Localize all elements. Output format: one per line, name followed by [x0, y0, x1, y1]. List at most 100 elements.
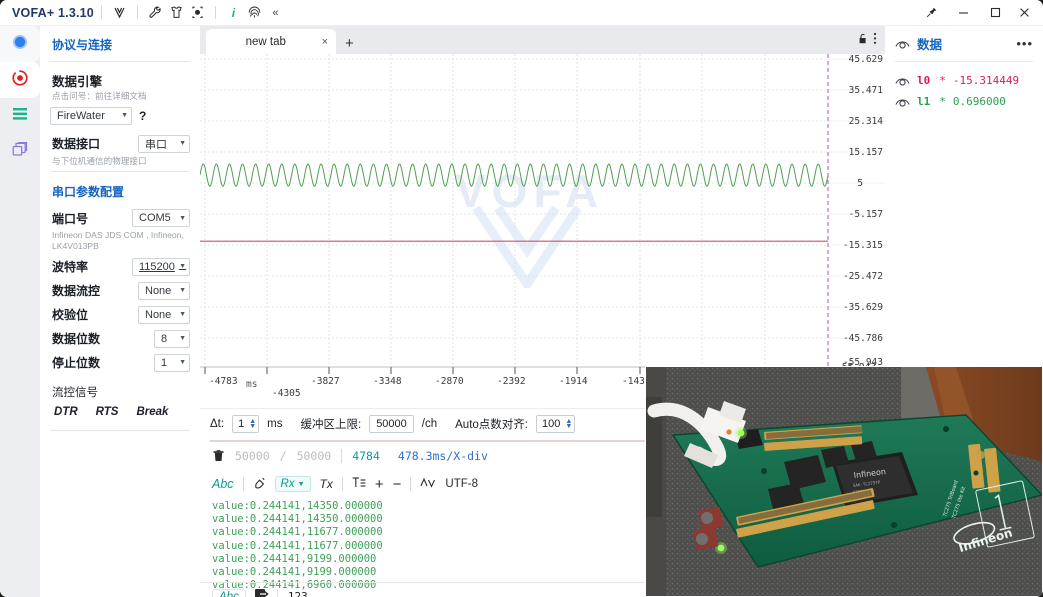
baudrate-label: 波特率	[52, 260, 89, 275]
baudrate-value: 115200	[139, 260, 175, 273]
x-tick: -4783	[209, 376, 238, 387]
data-engine-select[interactable]: FireWater ▼	[50, 106, 132, 125]
x-tick: -2870	[435, 376, 464, 387]
stepper-arrows-icon[interactable]: ▲ ▼	[249, 418, 256, 430]
dt-value: 1	[238, 417, 245, 430]
chevron-down-icon: ▼	[297, 480, 305, 488]
stepper-arrows-icon[interactable]: ▲ ▼	[565, 418, 572, 430]
divider	[895, 61, 1033, 62]
stopbits-label: 停止位数	[52, 356, 101, 371]
port-select[interactable]: COM5 ▼	[132, 209, 190, 228]
buffer-unit: /ch	[421, 417, 438, 430]
port-label: 端口号	[52, 211, 89, 226]
field-row: 校验位 None ▼	[50, 303, 190, 327]
parity-value: None	[145, 308, 172, 321]
waveform-icon[interactable]	[420, 477, 436, 492]
divider	[136, 6, 138, 19]
tx-toggle[interactable]: Tx	[320, 477, 333, 491]
data-row[interactable]: l0 * -15.314449	[895, 70, 1033, 91]
data-interface-value: 串口	[145, 138, 167, 151]
y-tick: -5.157	[848, 209, 883, 220]
title-bar: VOFA+ 1.3.10 i «	[0, 0, 1043, 26]
text-align-icon[interactable]	[352, 476, 366, 492]
buffer-input[interactable]: 50000	[369, 414, 414, 433]
close-icon[interactable]: ×	[316, 36, 328, 48]
rail-item-connection[interactable]	[0, 26, 40, 62]
icon-rail	[0, 26, 40, 597]
help-button[interactable]: ?	[139, 109, 146, 123]
chevron-down-icon: ▼	[121, 112, 128, 120]
layers-icon	[11, 140, 30, 164]
data-interface-select[interactable]: 串口 ▼	[138, 134, 190, 153]
field-row: 停止位数 1 ▼	[50, 351, 190, 375]
y-tick: 5	[857, 178, 863, 189]
rail-item-menu[interactable]	[0, 98, 40, 134]
flow-signal-label: 流控信号	[52, 386, 98, 399]
tabbar-actions	[857, 32, 885, 54]
target-icon[interactable]	[187, 2, 208, 23]
y-tick: -25.472	[842, 271, 883, 282]
app-title: VOFA+ 1.3.10	[12, 5, 94, 20]
buffer-used: 50000	[235, 449, 270, 463]
font-button[interactable]: Abc	[212, 477, 234, 491]
send-icon[interactable]	[254, 587, 269, 597]
data-row[interactable]: l1 * 0.696000	[895, 91, 1033, 112]
dt-stepper[interactable]: 1 ▲ ▼	[232, 414, 260, 433]
y-tick: 25.314	[848, 116, 883, 127]
lock-icon[interactable]	[857, 32, 869, 50]
divider	[50, 61, 190, 62]
y-tick: 15.157	[848, 147, 883, 158]
more-options-icon[interactable]: •••	[1016, 36, 1033, 51]
dtr-button[interactable]: DTR	[54, 406, 78, 418]
maximize-icon[interactable]	[979, 0, 1011, 25]
eye-icon[interactable]	[895, 96, 910, 108]
rts-button[interactable]: RTS	[96, 406, 119, 418]
stopbits-select[interactable]: 1 ▼	[154, 353, 190, 372]
command-input[interactable]: 123	[276, 590, 308, 597]
field-row: 端口号 COM5 ▼	[50, 206, 190, 230]
wrench-icon[interactable]	[145, 2, 166, 23]
chevron-down-icon: ▼	[179, 359, 186, 367]
plug-icon[interactable]	[253, 476, 266, 493]
auto-align-stepper[interactable]: 100 ▲ ▼	[535, 414, 576, 433]
y-tick: -35.629	[842, 302, 883, 313]
add-tab-button[interactable]: +	[336, 35, 363, 54]
encoding-label[interactable]: UTF-8	[445, 478, 478, 490]
tab-new-tab[interactable]: new tab ×	[206, 29, 336, 54]
databits-select[interactable]: 8 ▼	[154, 329, 190, 348]
eye-icon[interactable]	[895, 38, 910, 50]
divider	[341, 449, 343, 463]
break-button[interactable]: Break	[136, 406, 168, 418]
auto-align-value: 100	[541, 417, 561, 430]
stopbits-value: 1	[161, 356, 168, 369]
waveform-plot[interactable]: VOFA 45.629 35.471 25.314 15.157 5 -5.15…	[200, 54, 885, 366]
more-vertical-icon[interactable]	[873, 32, 877, 50]
baudrate-select[interactable]: 115200 ▼	[132, 257, 190, 276]
flowcontrol-select[interactable]: None ▼	[138, 281, 190, 300]
pin-icon[interactable]	[915, 0, 947, 25]
divider	[214, 6, 216, 19]
zoom-out-button[interactable]: −	[393, 476, 402, 493]
eye-icon[interactable]	[895, 75, 910, 87]
serial-section-title: 串口参数配置	[52, 185, 125, 200]
vofa-logo-icon[interactable]	[109, 2, 130, 23]
rail-item-layers[interactable]	[0, 134, 40, 170]
rail-item-record[interactable]	[0, 62, 40, 98]
minimize-icon[interactable]	[947, 0, 979, 25]
parity-label: 校验位	[52, 308, 89, 323]
data-engine-value: FireWater	[57, 109, 105, 122]
channel-name: l0	[917, 74, 931, 87]
fingerprint-icon[interactable]	[244, 2, 265, 23]
shirt-icon[interactable]	[166, 2, 187, 23]
trash-icon[interactable]	[212, 448, 225, 465]
zoom-in-button[interactable]: +	[375, 476, 384, 493]
connection-icon	[11, 33, 29, 56]
parity-select[interactable]: None ▼	[138, 305, 190, 324]
rx-toggle[interactable]: Rx ▼	[274, 476, 311, 492]
command-format-button[interactable]: Abc	[212, 588, 246, 597]
info-icon[interactable]: i	[223, 2, 244, 23]
collapse-left-icon[interactable]: «	[265, 2, 286, 23]
close-icon[interactable]	[1011, 0, 1043, 25]
field-row: 数据流控 None ▼	[50, 279, 190, 303]
divider	[50, 171, 190, 173]
